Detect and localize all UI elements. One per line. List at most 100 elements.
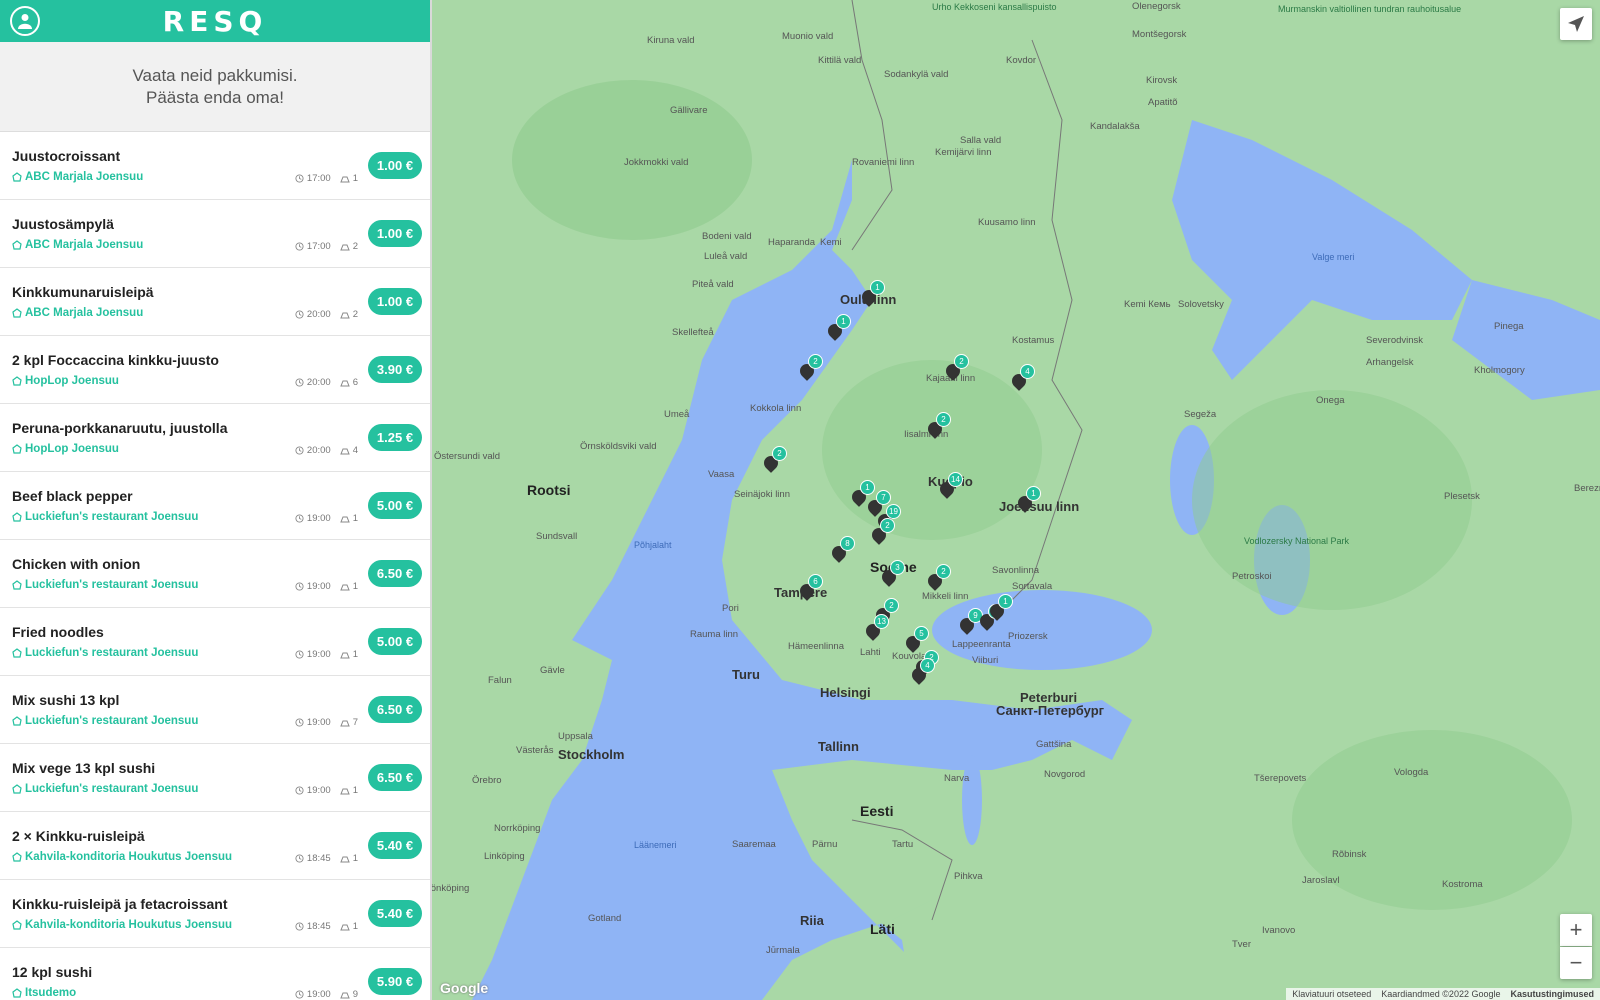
pin-count-badge: 1 (870, 280, 885, 295)
city-label: Priozersk (1008, 631, 1048, 642)
offer-store[interactable]: Kahvila-konditoria Houkutus Joensuu (12, 919, 232, 931)
map-pin[interactable]: 1 (859, 280, 885, 312)
quantity-left: 6 (352, 377, 358, 388)
city-label: Kemi (820, 237, 842, 248)
zoom-out-button[interactable]: − (1560, 947, 1592, 979)
bag-icon (339, 652, 350, 659)
city-label: Jaroslavl (1302, 875, 1340, 886)
clock-icon (295, 174, 304, 183)
offer-item[interactable]: Chicken with onion Luckiefun's restauran… (0, 540, 430, 608)
store-icon (12, 376, 22, 386)
offer-item[interactable]: Fried noodles Luckiefun's restaurant Joe… (0, 608, 430, 676)
store-icon (12, 240, 22, 250)
park-label: Murmanskin valtiollinen tundran rauhoitu… (1278, 4, 1462, 14)
offer-item[interactable]: Peruna-porkkanaruutu, juustolla HopLop J… (0, 404, 430, 472)
map-pin[interactable]: 6 (797, 574, 823, 606)
offer-item[interactable]: Juustosämpylä ABC Marjala Joensuu 17:00 … (0, 200, 430, 268)
pin-count-badge: 3 (890, 560, 905, 575)
offer-store[interactable]: ABC Marjala Joensuu (12, 171, 143, 183)
offer-item[interactable]: 2 × Kinkku-ruisleipä Kahvila-konditoria … (0, 812, 430, 880)
terms-link[interactable]: Kasutustingimused (1510, 989, 1594, 999)
offer-meta: 20:00 2 (295, 309, 358, 320)
city-label: Onega (1316, 395, 1345, 406)
offer-title: 12 kpl sushi (12, 964, 93, 980)
map-pin[interactable]: 1 (987, 594, 1013, 626)
offer-item[interactable]: Mix sushi 13 kpl Luckiefun's restaurant … (0, 676, 430, 744)
offer-item[interactable]: Kinkkumunaruisleipä ABC Marjala Joensuu … (0, 268, 430, 336)
map-pin[interactable]: 2 (761, 446, 787, 478)
city-label: Jūrmala (766, 945, 800, 956)
offer-store[interactable]: Luckiefun's restaurant Joensuu (12, 511, 198, 523)
profile-button[interactable] (10, 6, 40, 36)
offer-item[interactable]: 2 kpl Foccaccina kinkku-juusto HopLop Jo… (0, 336, 430, 404)
price-badge: 1.00 € (368, 288, 422, 315)
map-pin[interactable]: 14 (937, 472, 963, 504)
pin-count-badge: 4 (920, 658, 935, 673)
user-icon (18, 14, 32, 29)
offer-item[interactable]: Juustocroissant ABC Marjala Joensuu 17:0… (0, 132, 430, 200)
bag-icon (339, 720, 350, 727)
offer-item[interactable]: 12 kpl sushi Itsudemo 19:00 9 5.90 € (0, 948, 430, 1000)
map-pin[interactable]: 5 (903, 626, 929, 658)
city-label: Falun (488, 675, 512, 686)
offer-item[interactable]: Kinkku-ruisleipä ja fetacroissant Kahvil… (0, 880, 430, 948)
zoom-in-button[interactable]: + (1560, 914, 1592, 946)
map-view[interactable]: RootsiSoomeEestiLätiHelsingiTallinnStock… (432, 0, 1600, 1000)
quantity-left: 1 (352, 581, 358, 592)
city-label: Gattšina (1036, 739, 1072, 750)
pin-count-badge: 19 (886, 504, 901, 519)
country-label: Läti (870, 921, 895, 937)
bag-icon (339, 312, 350, 319)
clock-icon (295, 718, 304, 727)
city-label: Östersundi vald (434, 451, 501, 462)
offer-store[interactable]: Luckiefun's restaurant Joensuu (12, 783, 198, 795)
map-pin[interactable]: 3 (879, 560, 905, 592)
quantity-left: 4 (352, 445, 358, 456)
city-label: Tallinn (818, 739, 859, 754)
map-pin[interactable]: 9 (957, 608, 983, 640)
offer-store[interactable]: Luckiefun's restaurant Joensuu (12, 715, 198, 727)
quantity-left: 1 (352, 921, 358, 932)
offer-store[interactable]: Itsudemo (12, 987, 76, 999)
city-label: Sodankylä vald (884, 69, 949, 80)
map-pin[interactable]: 2 (925, 412, 951, 444)
pickup-time: 19:00 (306, 649, 331, 660)
offer-meta: 17:00 2 (295, 241, 358, 252)
map-pin[interactable]: 13 (863, 614, 889, 646)
offer-store[interactable]: Luckiefun's restaurant Joensuu (12, 579, 198, 591)
promo-banner: Vaata neid pakkumisi. Päästa enda oma! (0, 42, 430, 132)
offer-title: Juustosämpylä (12, 216, 114, 232)
map-pin[interactable]: 4 (909, 658, 935, 690)
price-badge: 1.25 € (368, 424, 422, 451)
map-pin[interactable]: 2 (943, 354, 969, 386)
map-pin[interactable]: 4 (1009, 364, 1035, 396)
map-pin[interactable]: 1 (1015, 486, 1041, 518)
store-icon (12, 580, 22, 590)
offer-item[interactable]: Beef black pepper Luckiefun's restaurant… (0, 472, 430, 540)
map-pin[interactable]: 1 (849, 480, 875, 512)
offer-store[interactable]: ABC Marjala Joensuu (12, 307, 143, 319)
map-pin[interactable]: 1 (825, 314, 851, 346)
offer-store[interactable]: HopLop Joensuu (12, 375, 119, 387)
offer-title: Mix sushi 13 kpl (12, 692, 120, 708)
city-label: Olenegorsk (1132, 1, 1181, 12)
map-pin[interactable]: 8 (829, 536, 855, 568)
my-location-button[interactable] (1560, 8, 1592, 40)
offer-store[interactable]: Kahvila-konditoria Houkutus Joensuu (12, 851, 232, 863)
city-label: Plesetsk (1444, 491, 1480, 502)
quantity-left: 2 (352, 241, 358, 252)
keyboard-shortcuts-link[interactable]: Klaviatuuri otseteed (1292, 989, 1371, 999)
offer-store[interactable]: ABC Marjala Joensuu (12, 239, 143, 251)
clock-icon (295, 446, 304, 455)
clock-icon (295, 310, 304, 319)
offer-store[interactable]: Luckiefun's restaurant Joensuu (12, 647, 198, 659)
offer-title: Fried noodles (12, 624, 104, 640)
quantity-left: 7 (352, 717, 358, 728)
map-pin[interactable]: 2 (925, 564, 951, 596)
map-pin[interactable]: 2 (869, 518, 895, 550)
offer-store[interactable]: HopLop Joensuu (12, 443, 119, 455)
offer-item[interactable]: Mix vege 13 kpl sushi Luckiefun's restau… (0, 744, 430, 812)
pickup-time: 19:00 (306, 989, 331, 1000)
map-pin[interactable]: 2 (797, 354, 823, 386)
offer-title: 2 × Kinkku-ruisleipä (12, 828, 145, 844)
